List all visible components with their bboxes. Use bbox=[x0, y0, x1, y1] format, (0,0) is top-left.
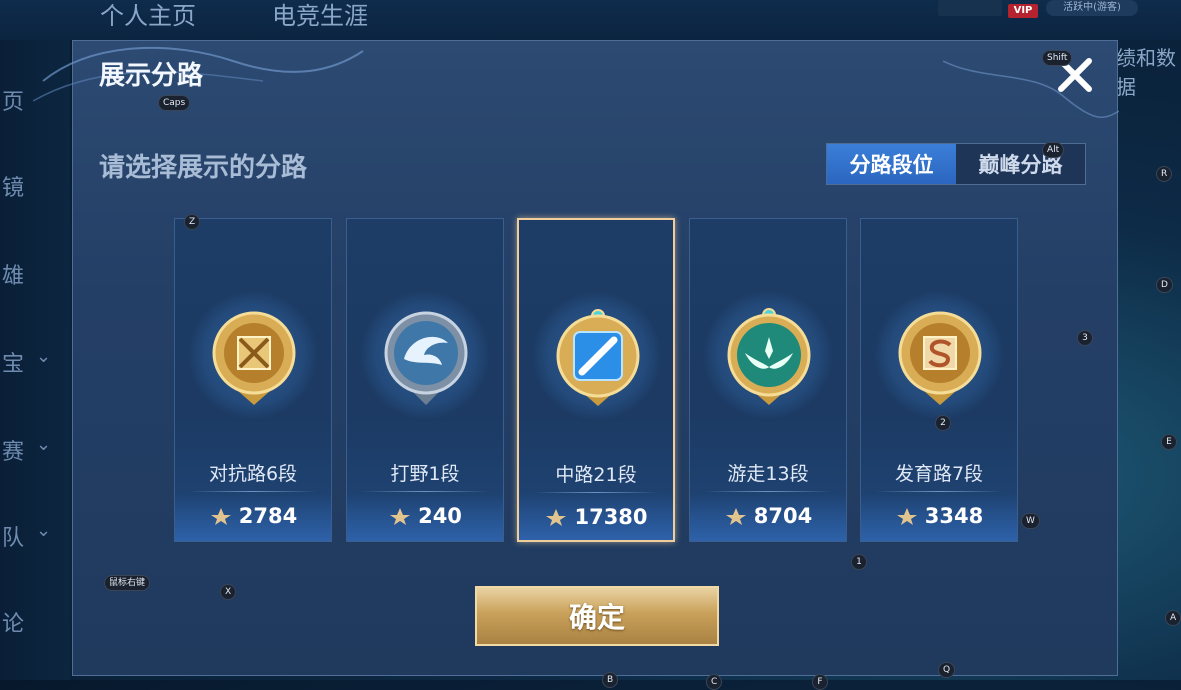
bg-right-text: 绩和数据 bbox=[1116, 46, 1176, 99]
mid-lane-emblem-icon bbox=[556, 309, 640, 406]
lane-card-mid[interactable]: 中路21段 17380 bbox=[517, 218, 675, 542]
lane-name: 打野1段 bbox=[390, 463, 460, 485]
rank-points-icon bbox=[546, 509, 567, 526]
vip-badge: VIP bbox=[1008, 4, 1038, 18]
bg-nav-profile[interactable]: 个人主页 bbox=[100, 0, 196, 31]
key-hint-e: E bbox=[1161, 434, 1177, 450]
confirm-button[interactable]: 确定 bbox=[475, 586, 719, 646]
bg-side-item[interactable]: 雄 bbox=[2, 258, 24, 290]
chevron-down-icon: ⌄ bbox=[36, 346, 52, 367]
key-hint-2: 2 bbox=[935, 415, 951, 431]
divider bbox=[875, 491, 1003, 492]
bg-avatar-slot bbox=[938, 0, 1002, 16]
lane-score-value: 3348 bbox=[924, 504, 984, 528]
lane-display-dialog: 展示分路 请选择展示的分路 分路段位 巅峰分路 对抗路6段 2784 打野1段 … bbox=[33, 40, 1119, 676]
lane-score-value: 8704 bbox=[753, 504, 813, 528]
key-hint-a: A bbox=[1165, 610, 1181, 626]
bg-nav-esports[interactable]: 电竞生涯 bbox=[272, 0, 368, 31]
lane-name: 游走13段 bbox=[727, 463, 809, 485]
rank-points-icon bbox=[390, 508, 411, 525]
lane-name: 对抗路6段 bbox=[208, 463, 298, 485]
lane-score-value: 2784 bbox=[238, 504, 298, 528]
divider bbox=[189, 491, 317, 492]
lane-score: 8704 bbox=[690, 504, 846, 528]
lane-score-value: 240 bbox=[418, 504, 462, 528]
jungle-emblem-icon bbox=[384, 311, 468, 405]
lane-score: 2784 bbox=[175, 504, 331, 528]
divider bbox=[361, 491, 489, 492]
lane-name: 中路21段 bbox=[555, 464, 637, 486]
clash-lane-emblem-icon bbox=[212, 311, 296, 405]
bg-side-item[interactable]: 队 bbox=[2, 520, 24, 552]
key-hint-3: 3 bbox=[1077, 330, 1093, 346]
farm-lane-emblem-icon bbox=[898, 311, 982, 405]
lane-score: 17380 bbox=[519, 505, 673, 529]
key-hint-w: W bbox=[1021, 513, 1040, 529]
key-hint-right-mouse: 鼠标右键 bbox=[104, 575, 151, 591]
bg-side-item[interactable]: 论 bbox=[2, 606, 24, 638]
key-hint-f: F bbox=[812, 674, 828, 690]
divider bbox=[704, 491, 832, 492]
roam-emblem-icon bbox=[727, 308, 811, 405]
chevron-down-icon: ⌄ bbox=[36, 520, 52, 541]
key-hint-c: C bbox=[706, 674, 723, 690]
lane-card-jungle[interactable]: 打野1段 240 bbox=[346, 218, 504, 542]
key-hint-shift: Shift bbox=[1042, 50, 1073, 66]
tab-lane-rank[interactable]: 分路段位 bbox=[827, 144, 956, 184]
key-hint-b: B bbox=[602, 672, 619, 688]
rank-points-icon bbox=[725, 508, 746, 525]
key-hint-d: D bbox=[1156, 277, 1173, 293]
bg-side-item[interactable]: 镜 bbox=[2, 170, 24, 202]
key-hint-1: 1 bbox=[851, 554, 867, 570]
bg-side-item[interactable]: 赛 bbox=[2, 434, 24, 466]
status-pill: 活跃中(游客) bbox=[1046, 0, 1138, 16]
bg-side-item[interactable]: 宝 bbox=[2, 346, 24, 378]
rank-points-icon bbox=[896, 508, 917, 525]
lane-card-farm[interactable]: 发育路7段 3348 bbox=[860, 218, 1018, 542]
lane-card-list: 对抗路6段 2784 打野1段 240 中路21段 17380 游走13段 87… bbox=[174, 218, 1020, 543]
key-hint-alt: Alt bbox=[1042, 142, 1065, 158]
lane-score: 240 bbox=[347, 504, 503, 528]
lane-name: 发育路7段 bbox=[894, 463, 984, 485]
lane-score-value: 17380 bbox=[574, 505, 648, 529]
key-hint-r: R bbox=[1156, 166, 1173, 182]
rank-points-icon bbox=[210, 508, 231, 525]
dialog-title: 展示分路 bbox=[99, 61, 204, 91]
chevron-down-icon: ⌄ bbox=[36, 434, 52, 455]
lane-score: 3348 bbox=[861, 504, 1017, 528]
lane-card-roam[interactable]: 游走13段 8704 bbox=[689, 218, 847, 542]
key-hint-q: Q bbox=[938, 662, 956, 678]
lane-card-clash[interactable]: 对抗路6段 2784 bbox=[174, 218, 332, 542]
tab-peak-lane[interactable]: 巅峰分路 bbox=[956, 144, 1085, 184]
bg-side-item[interactable]: 页 bbox=[2, 84, 24, 116]
key-hint-caps: Caps bbox=[158, 95, 191, 111]
selection-prompt: 请选择展示的分路 bbox=[99, 153, 308, 183]
background-sidebar: 页 镜 雄 宝 ⌄ 赛 ⌄ 队 ⌄ 论 bbox=[0, 40, 70, 680]
